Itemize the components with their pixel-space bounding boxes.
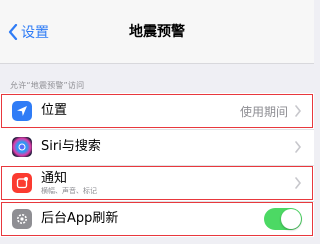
row-label: 通知 [41, 170, 68, 186]
siri-icon [12, 137, 32, 157]
row-sublabel: 横幅、声音、标记 [41, 186, 97, 195]
navigation-bar: 设置 地震预警 [0, 0, 314, 64]
gear-icon [12, 209, 32, 229]
section-header: 允许“地震预警”访问 [10, 81, 85, 90]
chevron-right-icon [295, 177, 302, 189]
row-label: 位置 [41, 103, 68, 118]
page-title: 地震预警 [129, 24, 185, 40]
row-label: 后台App刷新 [41, 211, 119, 226]
chevron-right-icon [295, 141, 302, 153]
location-arrow-icon [12, 101, 32, 121]
toggle-knob [281, 209, 301, 229]
permissions-list: 位置 使用期间 Siri与搜索 通知 横幅、声音、标记 后台App刷新 [0, 93, 314, 237]
background-refresh-toggle[interactable] [264, 208, 302, 230]
chevron-right-icon [295, 105, 302, 117]
row-background-refresh: 后台App刷新 [0, 201, 314, 237]
notifications-icon [12, 173, 32, 193]
row-siri-search[interactable]: Siri与搜索 [0, 129, 314, 165]
row-label: Siri与搜索 [41, 139, 101, 154]
row-location[interactable]: 位置 使用期间 [0, 93, 314, 129]
row-notifications[interactable]: 通知 横幅、声音、标记 [0, 165, 314, 201]
row-value: 使用期间 [239, 104, 288, 119]
